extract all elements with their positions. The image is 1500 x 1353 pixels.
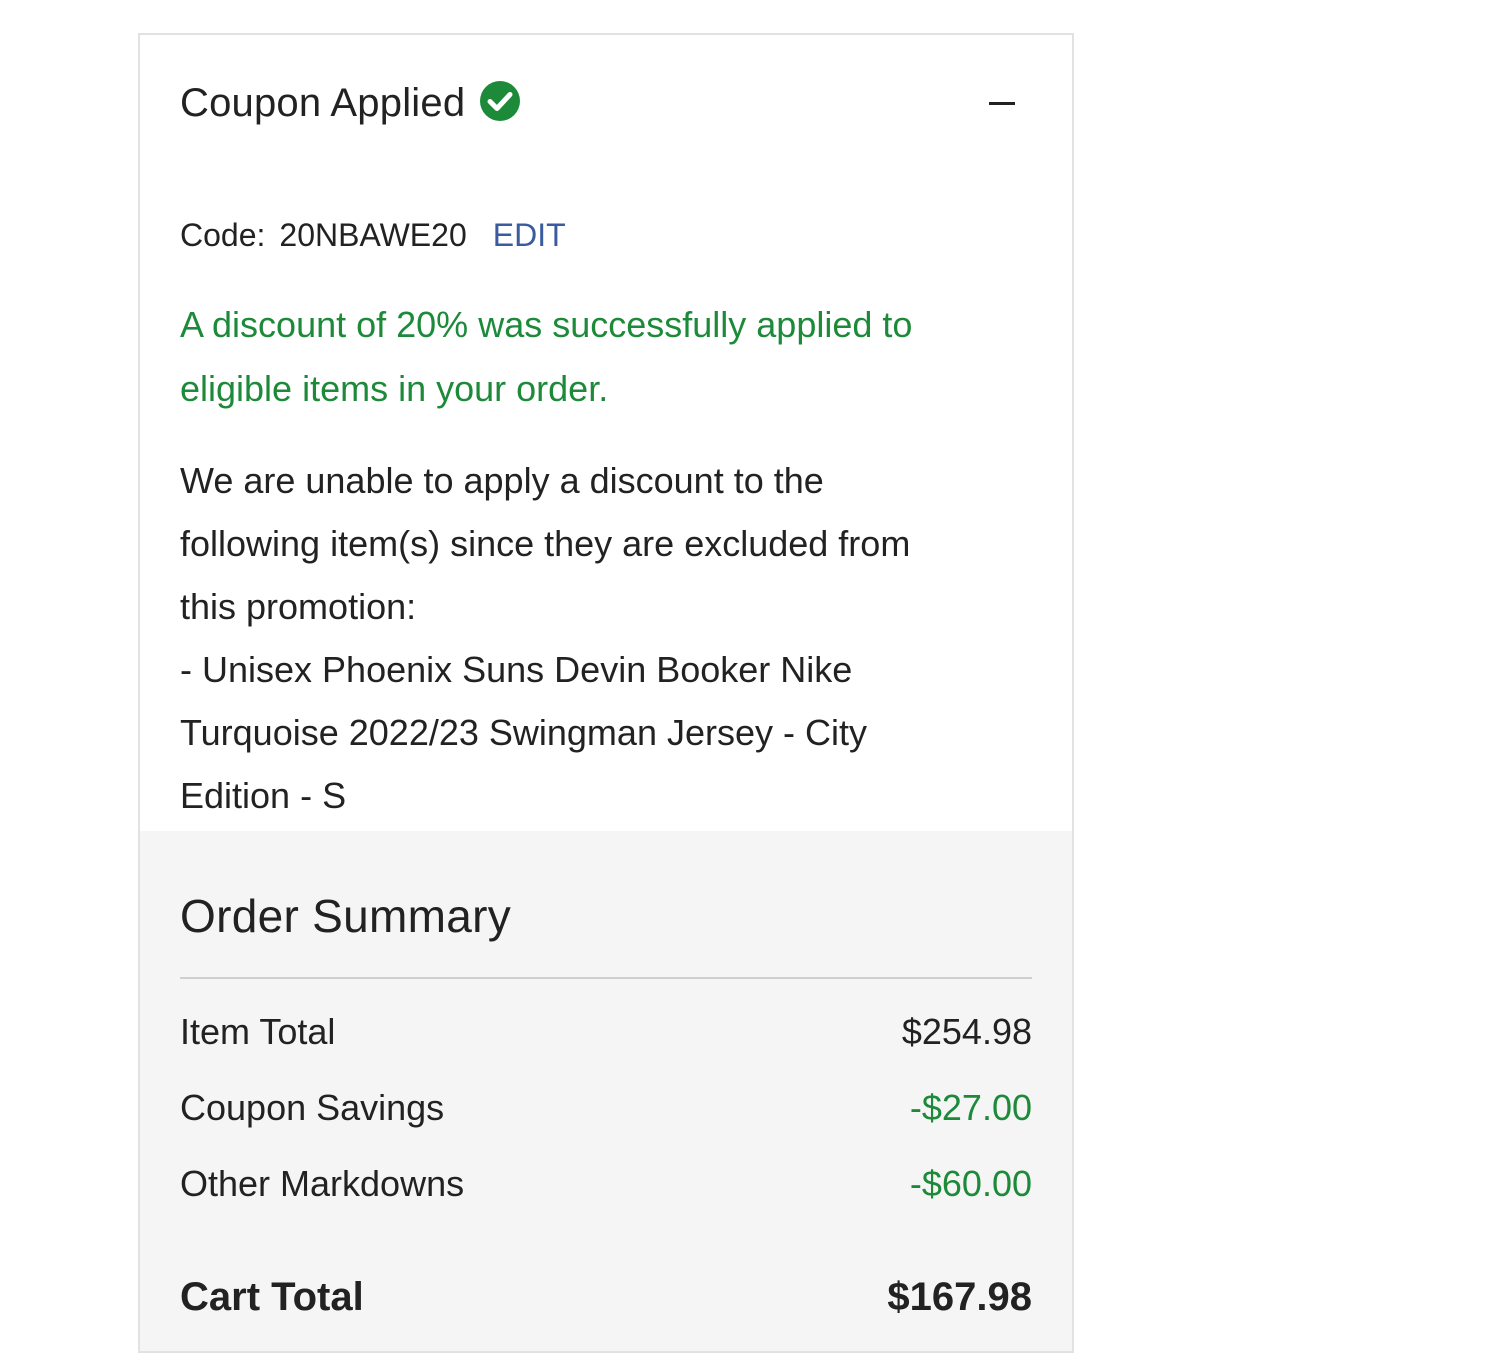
- cart-total-value: $167.98: [887, 1275, 1032, 1319]
- coupon-savings-value: -$27.00: [909, 1087, 1032, 1128]
- coupon-title: Coupon Applied: [180, 80, 466, 125]
- excluded-item-line: Turquoise 2022/23 Swingman Jersey - City: [180, 712, 867, 753]
- collapse-button[interactable]: [982, 83, 1022, 123]
- code-label: Code:: [180, 217, 266, 253]
- other-markdowns-value: -$60.00: [909, 1163, 1032, 1204]
- exclusion-line: this promotion:: [180, 586, 417, 627]
- other-markdowns-row: Other Markdowns -$60.00: [180, 1163, 1032, 1205]
- coupon-savings-row: Coupon Savings -$27.00: [180, 1087, 1032, 1129]
- item-total-label: Item Total: [180, 1011, 336, 1052]
- item-total-value: $254.98: [901, 1011, 1032, 1052]
- coupon-savings-label: Coupon Savings: [180, 1087, 445, 1128]
- coupon-success-message: A discount of 20% was successfully appli…: [180, 304, 913, 409]
- excluded-item-line: - Unisex Phoenix Suns Devin Booker Nike: [180, 649, 853, 690]
- edit-coupon-link[interactable]: EDIT: [493, 217, 566, 254]
- coupon-code-row: Code: 20NBAWE20 EDIT: [180, 217, 566, 254]
- exclusion-line: following item(s) since they are exclude…: [180, 523, 911, 564]
- minus-icon: [989, 101, 1015, 105]
- excluded-item-line: Edition - S: [180, 775, 347, 816]
- coupon-exclusion-message: We are unable to apply a discount to the…: [180, 449, 1032, 827]
- coupon-section: Coupon Applied Code: 20NBAWE20 EDIT A di…: [140, 35, 1072, 831]
- order-summary-title: Order Summary: [180, 890, 512, 942]
- cart-total-label: Cart Total: [180, 1275, 364, 1319]
- coupon-order-panel: Coupon Applied Code: 20NBAWE20 EDIT A di…: [138, 33, 1074, 1353]
- item-total-row: Item Total $254.98: [180, 1011, 1032, 1053]
- summary-divider: [180, 977, 1032, 979]
- order-summary-section: Order Summary Item Total $254.98 Coupon …: [140, 831, 1072, 1351]
- coupon-header[interactable]: Coupon Applied: [180, 73, 1032, 133]
- check-circle-icon: [479, 80, 521, 122]
- other-markdowns-label: Other Markdowns: [180, 1163, 465, 1204]
- code-value: 20NBAWE20: [279, 217, 467, 253]
- exclusion-line: We are unable to apply a discount to the: [180, 460, 824, 501]
- cart-total-row: Cart Total $167.98: [180, 1275, 1032, 1320]
